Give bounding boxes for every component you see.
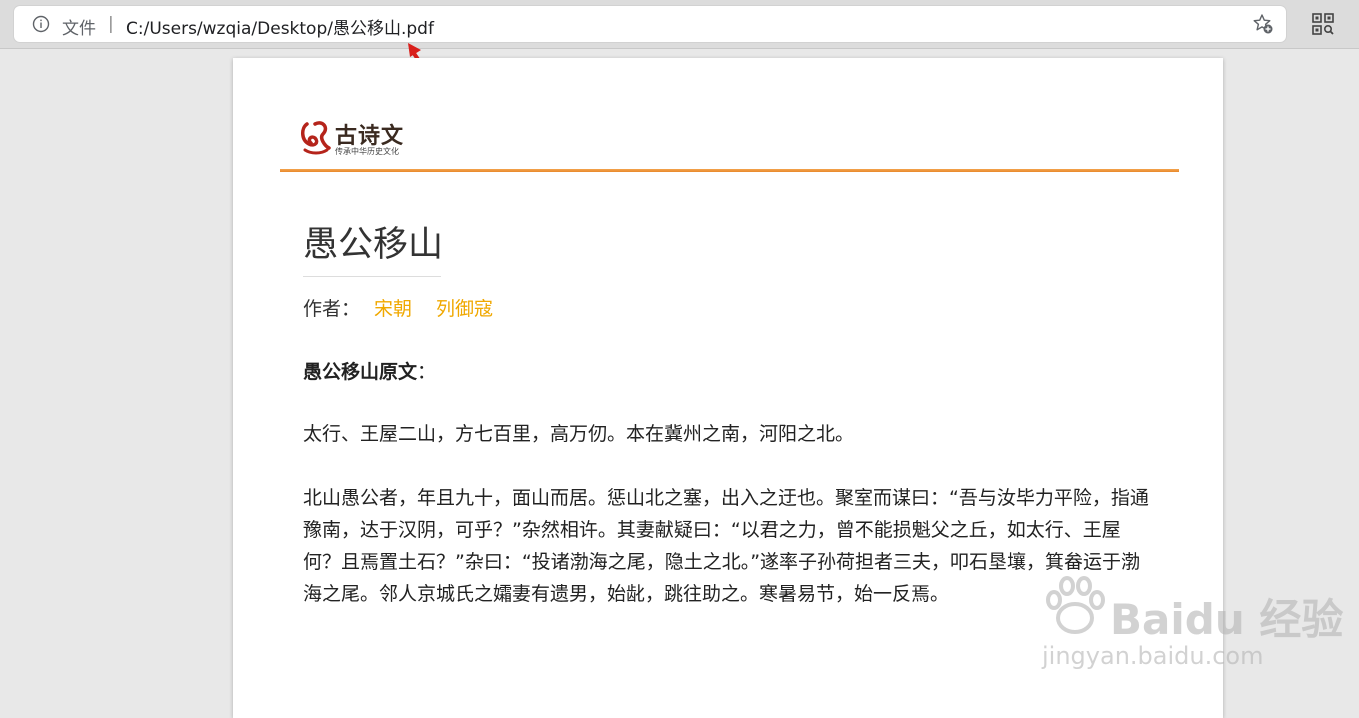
logo-subtitle: 传承中华历史文化 (335, 147, 399, 156)
header-divider (280, 169, 1179, 172)
title-underline (303, 276, 441, 277)
page-title: 愚公移山 (303, 225, 444, 265)
star-plus-icon[interactable] (1252, 13, 1274, 35)
section-heading-text: 愚公移山原文 (303, 361, 418, 383)
site-logo: 古诗文 传承中华历史文化 (299, 118, 409, 158)
address-bar[interactable]: 文件 | C:/Users/wzqia/Desktop/愚公移山.pdf (14, 6, 1286, 42)
logo-emblem-icon (301, 121, 331, 155)
author-label: 作者： (303, 298, 361, 320)
author-name-link[interactable]: 列御寇 (436, 298, 493, 320)
pdf-page: 古诗文 传承中华历史文化 愚公移山 作者： 宋朝 列御寇 愚公移山原文： 太行、王屋… (233, 58, 1223, 718)
url-text[interactable]: C:/Users/wzqia/Desktop/愚公移山.pdf (126, 14, 434, 39)
section-heading-colon: ： (417, 361, 437, 383)
info-icon[interactable] (32, 15, 50, 33)
author-row: 作者： 宋朝 列御寇 (303, 294, 493, 321)
section-heading: 愚公移山原文： (303, 357, 436, 384)
author-dynasty-link[interactable]: 宋朝 (374, 298, 412, 320)
paragraph-2: 北山愚公者，年且九十，面山而居。惩山北之塞，出入之迂也。聚室而谋曰：“吾与汝毕力… (303, 487, 1149, 605)
scheme-label: 文件 (62, 19, 96, 39)
browser-toolbar: 文件 | C:/Users/wzqia/Desktop/愚公移山.pdf (0, 0, 1359, 49)
paragraph-1: 太行、王屋二山，方七百里，高万仞。本在冀州之南，河阳之北。 (303, 423, 855, 445)
qr-code-icon[interactable] (1312, 13, 1334, 35)
address-separator: | (108, 14, 114, 34)
